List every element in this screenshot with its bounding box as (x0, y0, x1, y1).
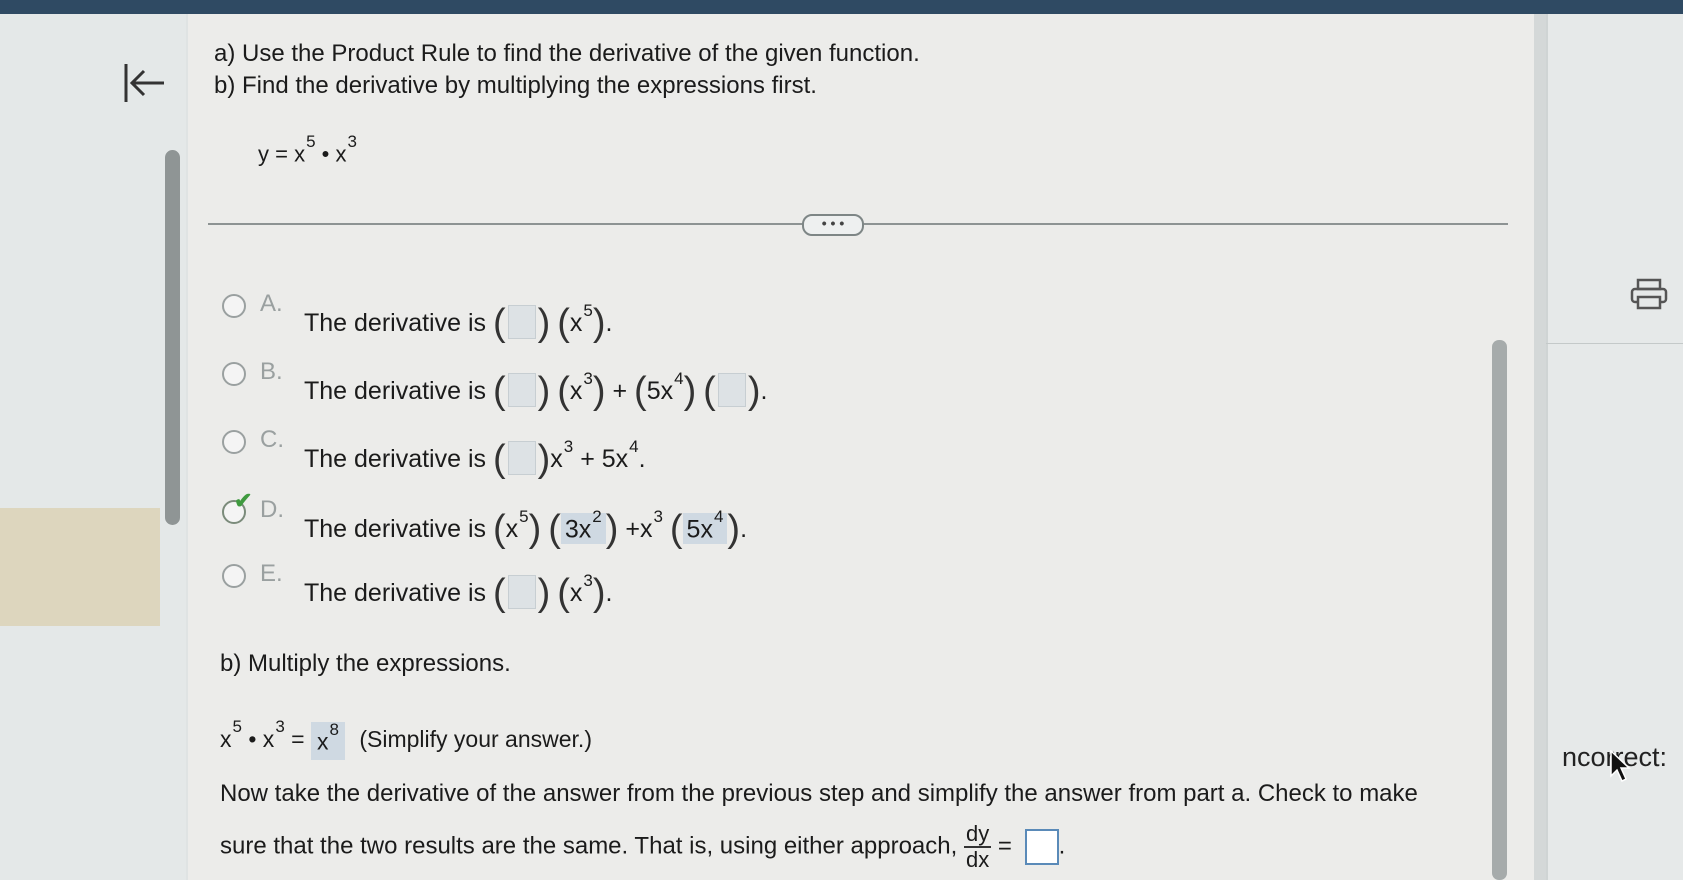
instruction-text: sure that the two results are the same. … (220, 832, 958, 860)
term1: x (505, 515, 519, 543)
dydx-fraction: dy dx (963, 821, 992, 872)
equals-sign: = (291, 725, 305, 752)
product-lhs-exp2: 3 (275, 717, 285, 737)
left-panel (0, 14, 186, 880)
part-b-heading: b) Multiply the expressions. (220, 650, 511, 677)
main-scrollbar[interactable] (1492, 340, 1507, 880)
option-text: The derivative is (x5) (3x2) +x3 (5x4). (304, 506, 748, 550)
radio-button[interactable] (222, 430, 246, 454)
option-letter: A. (260, 290, 283, 317)
option-prefix: The derivative is (304, 515, 487, 543)
term1-exp: 5 (519, 506, 529, 526)
product-lhs: x (220, 725, 232, 752)
question-part-b: b) Find the derivative by multiplying th… (214, 72, 817, 99)
top-bar (0, 0, 1683, 14)
dx-label: dx (965, 847, 990, 872)
answer-box-1: 3x2 (560, 507, 606, 544)
expand-more-button[interactable]: • • • (802, 214, 864, 236)
option-text: The derivative is () (x5). (304, 300, 613, 344)
answer-box-2: 5x4 (682, 507, 728, 544)
product-answer-box: x8 (311, 720, 345, 760)
answer-1-exp: 2 (592, 506, 602, 526)
plus-term: +x (625, 515, 653, 543)
function-exp1: 5 (306, 132, 316, 151)
answer-2: 5x (686, 515, 713, 543)
correct-check-icon: ✔ (234, 488, 253, 513)
option-letter: C. (260, 426, 284, 453)
product-equation: x5 • x3 = x8 (Simplify your answer.) (220, 717, 592, 760)
product-answer: x (317, 728, 329, 755)
plus-term-exp: 3 (653, 506, 663, 526)
left-panel-highlight (0, 508, 160, 626)
print-icon[interactable] (1630, 278, 1668, 310)
option-letter: E. (260, 560, 283, 587)
function-lhs: y = x (258, 141, 306, 167)
option-text: The derivative is () (x3). (304, 570, 613, 614)
product-lhs-exp1: 5 (232, 717, 242, 737)
option-prefix: The derivative is (304, 579, 487, 607)
radio-button[interactable] (222, 294, 246, 318)
mouse-cursor-icon (1610, 750, 1631, 782)
panel-divider[interactable] (1534, 14, 1546, 880)
option-letter: D. (260, 496, 284, 523)
answer-2-exp: 4 (713, 506, 724, 526)
option-text: The derivative is ()x3 + 5x4. (304, 436, 646, 480)
product-mid: • x (248, 725, 275, 752)
dydx-answer-input[interactable] (1024, 829, 1059, 865)
instruction-line-2: sure that the two results are the same. … (220, 821, 1066, 872)
simplify-hint: (Simplify your answer.) (359, 725, 592, 752)
instruction-line-1: Now take the derivative of the answer fr… (220, 780, 1418, 807)
answer-1: 3x (564, 515, 592, 543)
equals-sign-2: = (997, 832, 1012, 860)
option-letter: B. (260, 358, 283, 385)
answer-blank (507, 441, 536, 475)
function-expression: y = x5 • x3 (258, 132, 357, 167)
option-prefix: The derivative is (304, 377, 487, 405)
option-text: The derivative is () (x3) + (5x4) (). (304, 368, 768, 412)
answer-blank (507, 373, 536, 407)
function-mid: • x (315, 141, 347, 167)
collapse-left-icon[interactable] (120, 58, 170, 108)
question-part-a: a) Use the Product Rule to find the deri… (214, 40, 920, 67)
answer-blank (507, 575, 536, 609)
right-panel-divider (1546, 343, 1683, 344)
function-exp2: 3 (347, 132, 357, 151)
option-prefix: The derivative is (304, 445, 487, 473)
left-scrollbar[interactable] (165, 150, 180, 525)
answer-blank (717, 373, 746, 407)
dy-label: dy (963, 821, 992, 848)
radio-button[interactable] (222, 362, 246, 386)
radio-button[interactable] (222, 564, 246, 588)
answer-blank (507, 305, 536, 339)
option-prefix: The derivative is (304, 309, 487, 337)
product-answer-exp: 8 (329, 720, 339, 739)
